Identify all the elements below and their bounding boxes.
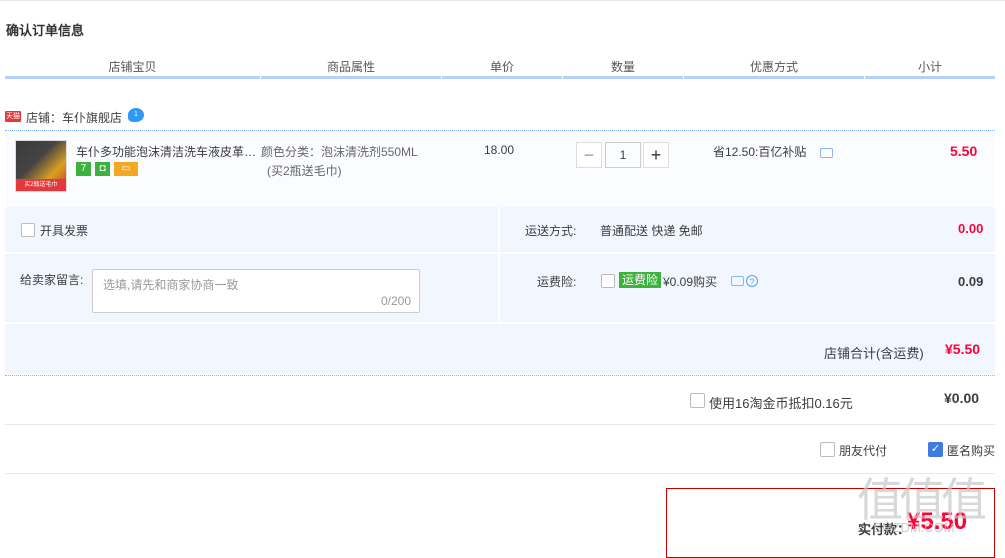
invoice-checkbox[interactable] (21, 223, 35, 237)
page-title: 确认订单信息 (6, 23, 85, 38)
watermark-text: SMZDM.COM (873, 520, 955, 535)
shipping-method: 普通配送 快递 免邮 (600, 224, 703, 238)
col-header-attributes: 商品属性 (326, 60, 375, 74)
insurance-label: 运费险: (537, 275, 577, 289)
message-placeholder: 选填,请先和商家协商一致 (103, 278, 239, 292)
header-rule (261, 76, 441, 79)
item-subtotal: 5.50 (950, 143, 978, 159)
shop-total-label: 店铺合计(含运费) (824, 346, 924, 361)
thumbnail-badge: 买2瓶送毛巾 (16, 179, 66, 191)
header-rule (865, 76, 995, 79)
help-icon[interactable]: ? (746, 275, 758, 287)
col-header-shop-item: 店铺宝贝 (108, 60, 157, 74)
divider (5, 424, 995, 425)
insurance-badge: 运费险 (619, 272, 662, 288)
chat-icon[interactable]: 1 (128, 108, 144, 122)
service-tag-card-icon[interactable]: ▭ (114, 162, 138, 176)
shop-total-value: ¥5.50 (945, 341, 981, 357)
message-label: 给卖家留言: (20, 273, 84, 287)
dotted-divider (5, 375, 995, 376)
tmall-icon: 天猫 (5, 111, 21, 122)
seller-message-input[interactable]: 选填,请先和商家协商一致 0/200 (92, 269, 420, 313)
header-rule (5, 76, 260, 79)
quantity-plus-button[interactable]: + (643, 142, 669, 168)
header-rule (563, 76, 683, 79)
service-tag-guarantee-icon[interactable]: ◘ (95, 162, 110, 176)
quantity-minus-button[interactable]: − (576, 142, 602, 168)
insurance-price: ¥0.09购买 (663, 275, 718, 289)
col-header-subtotal: 小计 (917, 60, 942, 74)
product-attributes: 颜色分类：泡沫清洗剂550ML (买2瓶送毛巾) (261, 143, 418, 181)
attribute-color: 颜色分类：泡沫清洗剂550ML (261, 145, 418, 159)
unit-price: 18.00 (484, 143, 515, 157)
anonymous-label: 匿名购买 (947, 444, 996, 458)
coins-label: 使用16淘金币抵扣0.16元 (709, 396, 853, 411)
divider (5, 473, 995, 474)
product-thumbnail[interactable]: 买2瓶送毛巾 (15, 140, 67, 192)
coins-checkbox[interactable] (690, 393, 705, 408)
quantity-input[interactable]: 1 (605, 142, 641, 168)
header-rule (442, 76, 562, 79)
invoice-label: 开具发票 (40, 224, 89, 238)
shipping-label: 运送方式: (525, 224, 577, 238)
col-header-unit-price: 单价 (489, 60, 514, 74)
top-divider (0, 0, 1005, 1)
header-rule (684, 76, 864, 79)
product-title-link[interactable]: 车仆多功能泡沫清洁洗车液皮革内饰清洗剂 (76, 143, 258, 160)
friend-pay-label: 朋友代付 (839, 444, 888, 458)
discount-info: 省12.50:百亿补贴 (713, 145, 807, 159)
comment-icon[interactable] (731, 276, 744, 286)
insurance-checkbox[interactable] (601, 274, 615, 288)
col-header-discount: 优惠方式 (749, 60, 798, 74)
comment-icon[interactable] (820, 148, 833, 158)
attribute-note: (买2瓶送毛巾) (267, 164, 342, 178)
friend-pay-checkbox[interactable] (820, 442, 835, 457)
insurance-amount: 0.09 (958, 274, 984, 289)
coins-value: ¥0.00 (944, 390, 980, 406)
col-header-quantity: 数量 (610, 60, 635, 74)
service-tag-7day-icon[interactable]: 7 (76, 162, 91, 176)
shipping-amount: 0.00 (958, 221, 984, 236)
shop-name-link[interactable]: 店铺：车仆旗舰店 (26, 109, 122, 126)
message-counter: 0/200 (380, 294, 411, 308)
anonymous-checkbox[interactable]: ✓ (928, 442, 943, 457)
